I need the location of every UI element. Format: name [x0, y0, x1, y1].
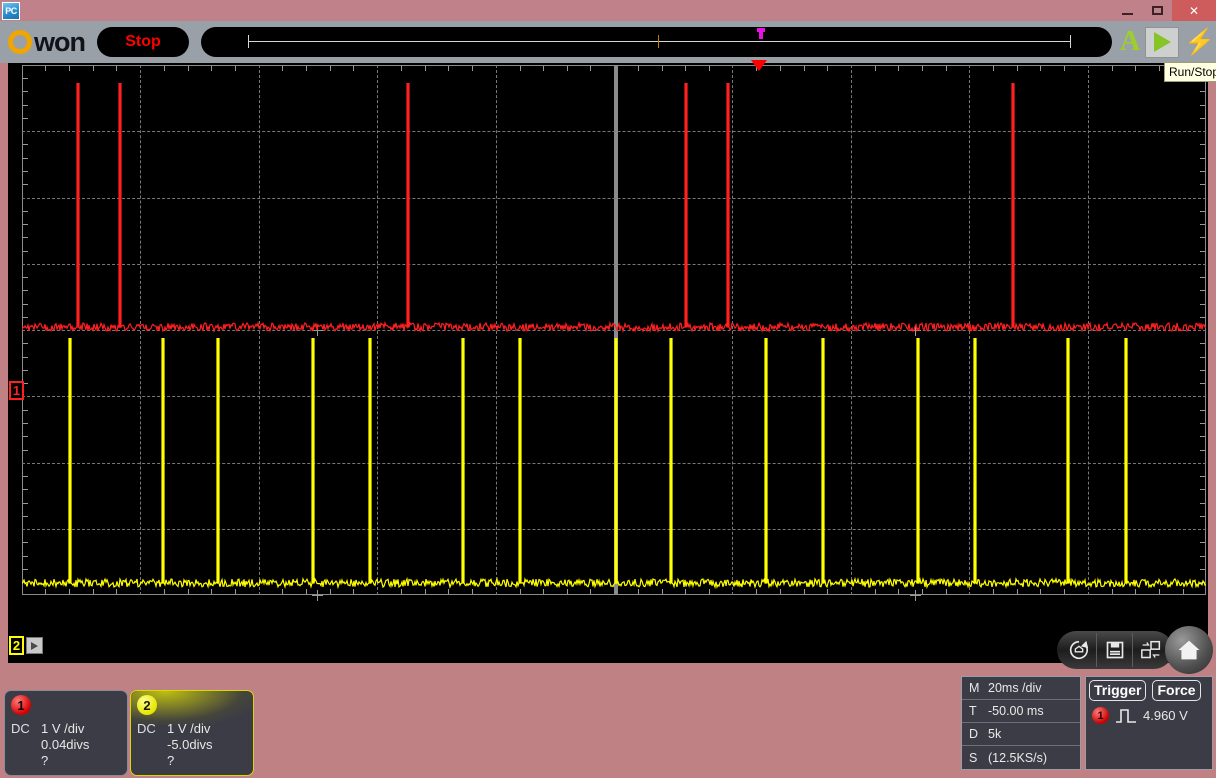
- oscilloscope-app: PC ✕ won Stop A ⚡ R: [0, 0, 1216, 778]
- toolbar: won Stop A ⚡: [0, 21, 1216, 63]
- play-icon: [1154, 32, 1171, 52]
- logo-o-icon: [8, 30, 32, 54]
- trigger-position-arrow[interactable]: [751, 60, 769, 72]
- save-button[interactable]: [1097, 633, 1133, 667]
- play-small-icon: [31, 642, 38, 650]
- window-swap-button[interactable]: [1133, 633, 1169, 667]
- timebase-value: 20ms /div: [988, 681, 1080, 695]
- close-icon: ✕: [1189, 4, 1199, 18]
- ch2-values: 1 V /div -5.0divs ?: [167, 721, 213, 769]
- reset-home-button[interactable]: [1061, 633, 1097, 667]
- home-button[interactable]: [1165, 626, 1213, 674]
- window-buttons: ✕: [1112, 0, 1216, 21]
- trigger-level-value: 4.960 V: [1143, 708, 1188, 723]
- rising-edge-icon: [1115, 708, 1137, 724]
- waveform-screen[interactable]: 1 2: [8, 63, 1208, 663]
- maximize-button[interactable]: [1142, 0, 1172, 21]
- timeline-tick-left: [248, 35, 249, 48]
- timebase-row: M 20ms /div: [962, 677, 1080, 700]
- run-stop-button[interactable]: [1145, 27, 1179, 58]
- owon-logo: won: [8, 25, 85, 59]
- ch2-scale: 1 V /div: [167, 721, 213, 737]
- depth-row: D 5k: [962, 723, 1080, 746]
- maximize-icon: [1152, 6, 1163, 15]
- screen-icon-bar: [1057, 631, 1173, 669]
- trigger-info: 1 4.960 V: [1086, 701, 1212, 724]
- ch1-waveform: [22, 83, 1206, 331]
- channel-1-panel[interactable]: 1 DC 1 V /div 0.04divs ?: [4, 690, 128, 776]
- depth-key: D: [962, 727, 988, 741]
- minimize-icon: [1122, 13, 1133, 15]
- toolbar-icons: A ⚡: [1120, 27, 1215, 58]
- ch1-badge: 1: [11, 695, 31, 715]
- window-swap-icon: [1140, 640, 1162, 660]
- logo-text: won: [34, 29, 85, 55]
- minimize-button[interactable]: [1112, 0, 1142, 21]
- trigger-button[interactable]: Trigger: [1089, 680, 1146, 701]
- ch2-coupling: DC: [137, 721, 167, 769]
- stop-label: Stop: [125, 33, 161, 51]
- trigger-buttons: Trigger Force: [1086, 677, 1212, 701]
- ch1-coupling: DC: [11, 721, 41, 769]
- timeline-bar[interactable]: [201, 27, 1112, 57]
- ch1-info: DC 1 V /div 0.04divs ?: [11, 721, 121, 769]
- timeline-trigger-marker[interactable]: [759, 28, 763, 39]
- pc-icon: PC: [2, 2, 20, 20]
- ch2-waveform: [22, 338, 1206, 587]
- ch1-scale: 1 V /div: [41, 721, 89, 737]
- trigger-time-row: T -50.00 ms: [962, 700, 1080, 723]
- ch1-position-marker[interactable]: 1: [9, 381, 24, 400]
- ch1-offset: 0.04divs: [41, 737, 89, 753]
- timebase-panel[interactable]: M 20ms /div T -50.00 ms D 5k S (12.5KS/s…: [961, 676, 1081, 770]
- ch2-badge: 2: [137, 695, 157, 715]
- run-stop-tooltip: Run/Stop: [1164, 62, 1216, 82]
- save-icon: [1105, 640, 1125, 660]
- ch2-offset: -5.0divs: [167, 737, 213, 753]
- ch1-values: 1 V /div 0.04divs ?: [41, 721, 89, 769]
- samplerate-key: S: [962, 751, 988, 765]
- close-button[interactable]: ✕: [1172, 0, 1216, 21]
- ch1-unknown: ?: [41, 753, 89, 769]
- samplerate-value: (12.5KS/s): [988, 751, 1080, 765]
- single-trigger-button[interactable]: ⚡: [1184, 30, 1215, 55]
- ch2-position-marker[interactable]: 2: [9, 636, 24, 655]
- timeline-center-marker: [658, 35, 659, 48]
- ch2-unknown: ?: [167, 753, 213, 769]
- timeline-track: [248, 41, 1071, 42]
- depth-value: 5k: [988, 727, 1080, 741]
- auto-button[interactable]: A: [1120, 28, 1140, 56]
- trigger-time-key: T: [962, 704, 988, 718]
- timebase-key: M: [962, 681, 988, 695]
- trigger-source-badge: 1: [1092, 707, 1109, 724]
- ch2-info: DC 1 V /div -5.0divs ?: [137, 721, 247, 769]
- samplerate-row: S (12.5KS/s): [962, 746, 1080, 769]
- title-bar: PC ✕: [0, 0, 1216, 21]
- reset-home-icon: [1068, 639, 1090, 661]
- ch2-play-indicator[interactable]: [26, 637, 43, 654]
- timeline-tick-right: [1070, 35, 1071, 48]
- force-button[interactable]: Force: [1152, 680, 1200, 701]
- trigger-time-value: -50.00 ms: [988, 704, 1080, 718]
- stop-button[interactable]: Stop: [97, 27, 189, 57]
- waveform-traces: [22, 65, 1206, 595]
- trigger-panel[interactable]: Trigger Force 1 4.960 V: [1085, 676, 1213, 770]
- channel-2-panel[interactable]: 2 DC 1 V /div -5.0divs ?: [130, 690, 254, 776]
- home-icon: [1174, 636, 1204, 664]
